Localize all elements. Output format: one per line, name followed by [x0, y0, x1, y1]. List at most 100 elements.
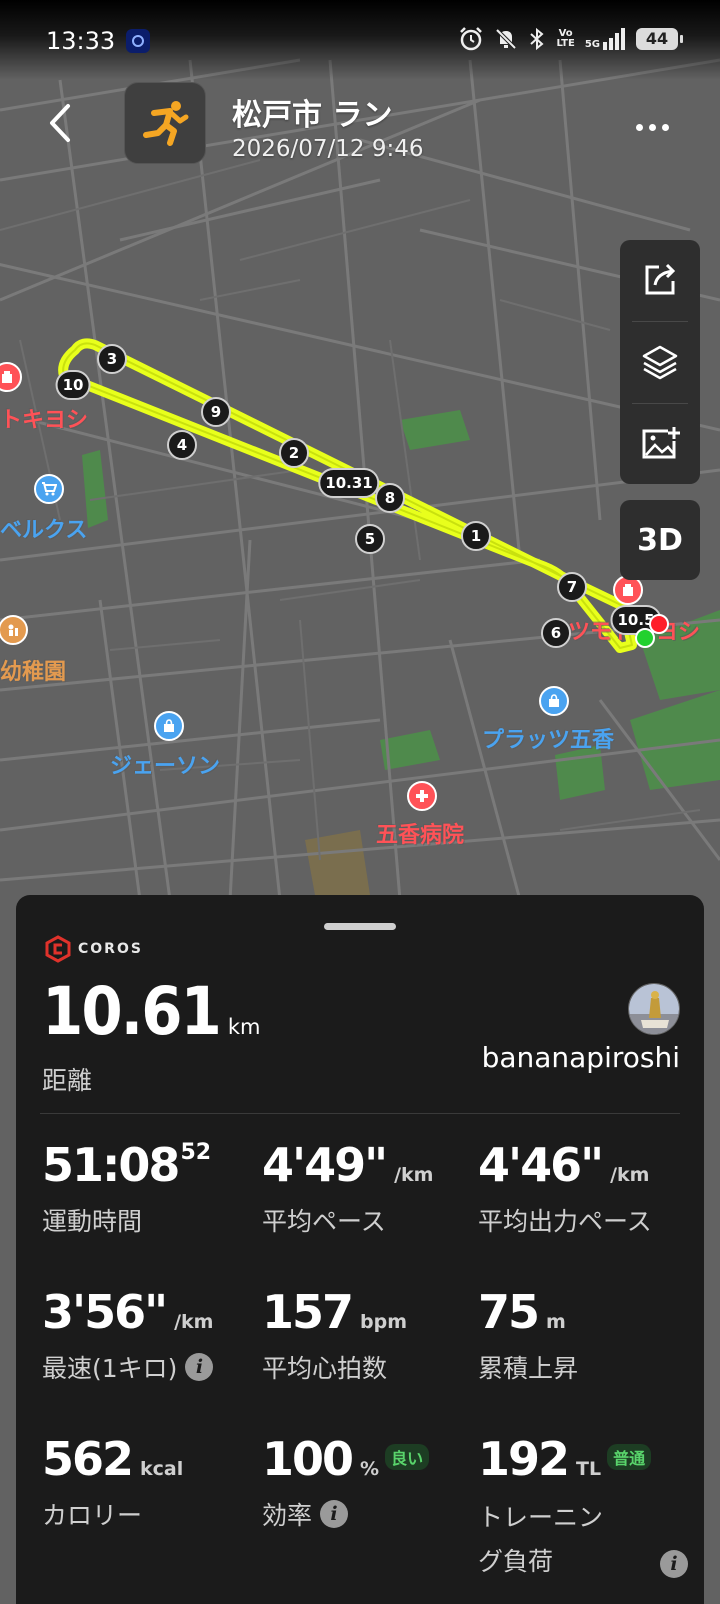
cellular-signal-icon: 5G	[585, 28, 626, 50]
km-marker[interactable]: 2	[279, 438, 309, 468]
running-activity-icon	[124, 82, 206, 164]
stat-label: 平均ペース	[262, 1207, 386, 1236]
km-marker[interactable]: 6	[541, 618, 571, 648]
hospital-cross-icon[interactable]	[407, 781, 437, 811]
stat-label: トレーニン グ負荷	[478, 1503, 604, 1576]
stat-value: 4'49"	[262, 1138, 388, 1192]
stat-unit: /km	[174, 1311, 214, 1333]
stat-avg-heart-rate: 157 bpm 平均心拍数	[262, 1285, 407, 1385]
stat-calories: 562 kcal カロリー	[42, 1432, 183, 1532]
km-marker[interactable]: 5	[355, 524, 385, 554]
stat-value-fraction: 52	[180, 1140, 212, 1165]
status-time: 13:33	[46, 27, 116, 55]
info-icon[interactable]: i	[320, 1500, 349, 1528]
drag-handle[interactable]	[324, 923, 396, 930]
coros-logo-icon	[45, 935, 71, 963]
poi-label-hospital[interactable]: 五香病院	[376, 817, 464, 849]
shopping-cart-icon[interactable]	[34, 474, 64, 504]
stat-unit: /km	[394, 1164, 434, 1186]
network-type: 5G	[584, 39, 600, 50]
distance-display: 10.61 km	[42, 973, 260, 1050]
map-toolbox	[620, 240, 700, 484]
start-point-marker	[635, 628, 655, 648]
stat-elevation-gain: 75 m 累積上昇	[478, 1285, 578, 1385]
activity-datetime: 2026/07/12 9:46	[232, 136, 424, 162]
stat-avg-power-pace: 4'46" /km 平均出力ペース	[478, 1138, 652, 1238]
stat-duration: 51:0852 運動時間	[42, 1138, 211, 1238]
status-icons: Vo LTE 5G 44	[458, 26, 683, 52]
poi-label-plats[interactable]: プラッツ五香	[482, 722, 614, 754]
poi-label-kindergarten[interactable]: 幼稚園	[0, 654, 66, 686]
stat-fastest-km: 3'56" /km 最速(1キロ) i	[42, 1285, 213, 1385]
shopping-bag-icon[interactable]	[539, 686, 569, 716]
km-marker[interactable]: 10.31	[318, 468, 380, 498]
username[interactable]: bananapiroshi	[482, 1041, 680, 1074]
stat-value: 3'56"	[42, 1285, 168, 1339]
stat-label: 運動時間	[42, 1207, 143, 1236]
info-icon[interactable]: i	[660, 1550, 688, 1578]
stat-label: 効率	[262, 1501, 313, 1530]
stat-unit: %	[360, 1458, 380, 1480]
toggle-3d-button[interactable]: 3D	[620, 500, 700, 580]
km-marker[interactable]: 3	[97, 344, 127, 374]
stat-unit: TL	[576, 1458, 602, 1480]
info-icon[interactable]: i	[185, 1353, 214, 1381]
stat-unit: /km	[610, 1164, 650, 1186]
efficiency-rating-badge: 良い	[385, 1443, 430, 1470]
stat-value: 100	[262, 1432, 354, 1486]
activity-title: 松戸市 ラン	[232, 98, 393, 133]
poi-label-tokiyoshi[interactable]: トキヨシ	[0, 402, 88, 434]
share-icon	[645, 263, 676, 295]
distance-unit: km	[227, 1015, 261, 1039]
stat-label: 平均心拍数	[262, 1354, 388, 1383]
bluetooth-icon	[530, 27, 544, 51]
training-load-badge: 普通	[607, 1443, 652, 1470]
add-image-icon	[642, 427, 680, 459]
brand-name: COROS	[78, 941, 143, 957]
chevron-left-icon	[50, 104, 70, 142]
add-photo-button[interactable]	[620, 404, 700, 484]
shopping-bag-icon[interactable]	[154, 711, 184, 741]
km-marker[interactable]: 8	[375, 483, 405, 513]
stat-unit: bpm	[360, 1311, 408, 1333]
screen-record-icon	[126, 29, 150, 53]
distance-value: 10.61	[42, 973, 222, 1050]
stat-avg-pace: 4'49" /km 平均ペース	[262, 1138, 433, 1238]
user-avatar[interactable]	[628, 983, 680, 1035]
status-bar: 13:33 Vo LTE 5G 44	[0, 0, 720, 80]
stat-label: 平均出力ペース	[478, 1207, 652, 1236]
layers-icon	[642, 345, 678, 380]
distance-label: 距離	[42, 1066, 93, 1095]
km-marker[interactable]: 10	[55, 370, 91, 400]
stat-value: 192	[478, 1432, 570, 1486]
stat-efficiency: 100% 良い 効率 i	[262, 1432, 430, 1532]
alarm-icon	[460, 27, 483, 51]
stat-label: 最速(1キロ)	[42, 1354, 178, 1383]
stat-unit: kcal	[140, 1458, 184, 1480]
poi-label-belx[interactable]: ベルクス	[0, 512, 87, 544]
stat-label: 累積上昇	[478, 1354, 579, 1383]
share-button[interactable]	[620, 240, 700, 320]
stat-value: 75	[478, 1285, 540, 1339]
km-marker[interactable]: 4	[167, 430, 197, 460]
km-marker[interactable]: 1	[461, 521, 491, 551]
poi-label-jayson[interactable]: ジェーソン	[110, 748, 220, 780]
activity-summary-panel: COROS 10.61 km 距離 bananapiroshi 51:0852 運…	[16, 895, 704, 1604]
stat-unit: m	[546, 1311, 566, 1333]
battery-indicator: 44	[636, 28, 683, 50]
stat-value: 51:08	[42, 1138, 180, 1192]
stat-label: カロリー	[42, 1501, 143, 1530]
km-marker[interactable]: 7	[557, 572, 587, 602]
stat-value: 562	[42, 1432, 134, 1486]
back-button[interactable]	[44, 100, 78, 146]
stat-training-load: 192 TL 普通 トレーニン グ負荷 i	[478, 1432, 688, 1584]
km-marker[interactable]: 9	[201, 397, 231, 427]
stat-value: 4'46"	[478, 1138, 604, 1192]
stat-value: 157	[262, 1285, 354, 1339]
volte-indicator: Vo LTE	[556, 28, 575, 49]
more-options-button[interactable]	[636, 112, 692, 142]
map-layers-button[interactable]	[620, 322, 700, 402]
notifications-off-icon	[496, 28, 517, 50]
divider	[40, 1113, 680, 1114]
coros-logo: COROS	[44, 935, 143, 963]
